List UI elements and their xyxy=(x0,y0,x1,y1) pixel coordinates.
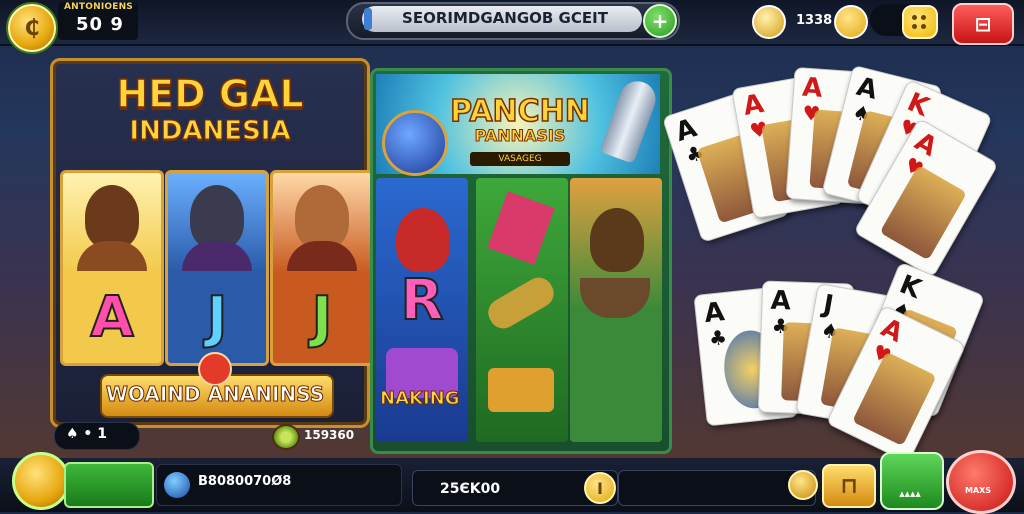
character-icon xyxy=(396,208,450,272)
slot-reel: J xyxy=(165,170,269,366)
card-suit: ♣ xyxy=(707,324,729,351)
middle-slot-title: PANCHN xyxy=(449,93,590,130)
card-art xyxy=(879,164,968,261)
reel-symbol: J xyxy=(206,284,229,351)
menu-dot xyxy=(912,24,917,29)
spin-label: ▲▲▲▲ xyxy=(899,490,921,498)
slot-reel: A xyxy=(60,170,164,366)
cannon-icon xyxy=(483,272,559,334)
bonus-button[interactable]: ⊓ xyxy=(822,464,876,508)
coin-collect-button[interactable] xyxy=(12,452,70,510)
left-slot-subtitle: INDANESIA xyxy=(129,116,291,147)
exit-button[interactable]: ⊟ xyxy=(952,3,1014,45)
left-banner-text: WOAIND ANANINSS xyxy=(105,382,325,407)
player-name: ANTONIOENS xyxy=(64,2,133,12)
character-icon xyxy=(295,185,349,249)
card-rank: A xyxy=(770,285,792,317)
reel-symbol: A xyxy=(89,284,134,351)
title-tab xyxy=(364,8,372,30)
reel-symbol: J xyxy=(311,284,334,351)
max-bet-label: MAXS xyxy=(964,486,992,495)
card-rank: J xyxy=(820,289,836,321)
info-text: B8080070Ø8 xyxy=(198,474,292,489)
spin-button[interactable] xyxy=(880,452,944,510)
middle-banner-text: NAKING xyxy=(380,388,460,410)
progress-track xyxy=(618,470,816,506)
menu-dot xyxy=(921,15,926,20)
globe-icon xyxy=(164,472,190,498)
gem-icon[interactable] xyxy=(834,5,868,39)
sword-icon xyxy=(487,191,555,265)
chest-icon xyxy=(488,368,554,412)
bet-coin-button[interactable]: I xyxy=(584,472,616,504)
bet-value: 25ЄK00 xyxy=(440,481,501,497)
gold-coin-icon xyxy=(752,5,786,39)
slot-reel xyxy=(570,178,662,442)
left-slot-title: HED GAL xyxy=(116,71,305,117)
slot-reel xyxy=(476,178,568,442)
spade-count: ♠ • 1 xyxy=(66,426,107,442)
gold-balance: 1338 xyxy=(796,13,833,28)
max-bet-button[interactable] xyxy=(946,450,1016,514)
coin-shop-button[interactable]: ₵ xyxy=(8,4,56,52)
character-icon xyxy=(190,185,244,249)
menu-button[interactable] xyxy=(902,5,938,39)
kiwi-value: 159360 xyxy=(304,428,355,442)
card-art xyxy=(852,351,937,447)
menu-dot xyxy=(912,15,917,20)
reel-symbol: R xyxy=(399,267,444,334)
ruby-icon xyxy=(198,352,232,386)
character-icon xyxy=(590,208,644,272)
character-icon xyxy=(85,185,139,249)
slot-reel: J xyxy=(270,170,374,366)
boost-button[interactable] xyxy=(64,462,154,508)
game-title: SEORIMDGANGOB GCEIT xyxy=(402,9,608,27)
coin-icon xyxy=(788,470,818,500)
middle-slot-tag: VASAGEG xyxy=(470,152,570,166)
add-button[interactable]: + xyxy=(643,4,677,38)
card-rank: A xyxy=(801,72,824,104)
kiwi-icon xyxy=(272,424,300,450)
player-score: 50 9 xyxy=(76,14,124,35)
boat-icon xyxy=(580,278,650,318)
coin-icon: ₵ xyxy=(24,15,40,41)
middle-slot-subtitle: PANNASIS xyxy=(474,126,566,146)
menu-dot xyxy=(921,24,926,29)
